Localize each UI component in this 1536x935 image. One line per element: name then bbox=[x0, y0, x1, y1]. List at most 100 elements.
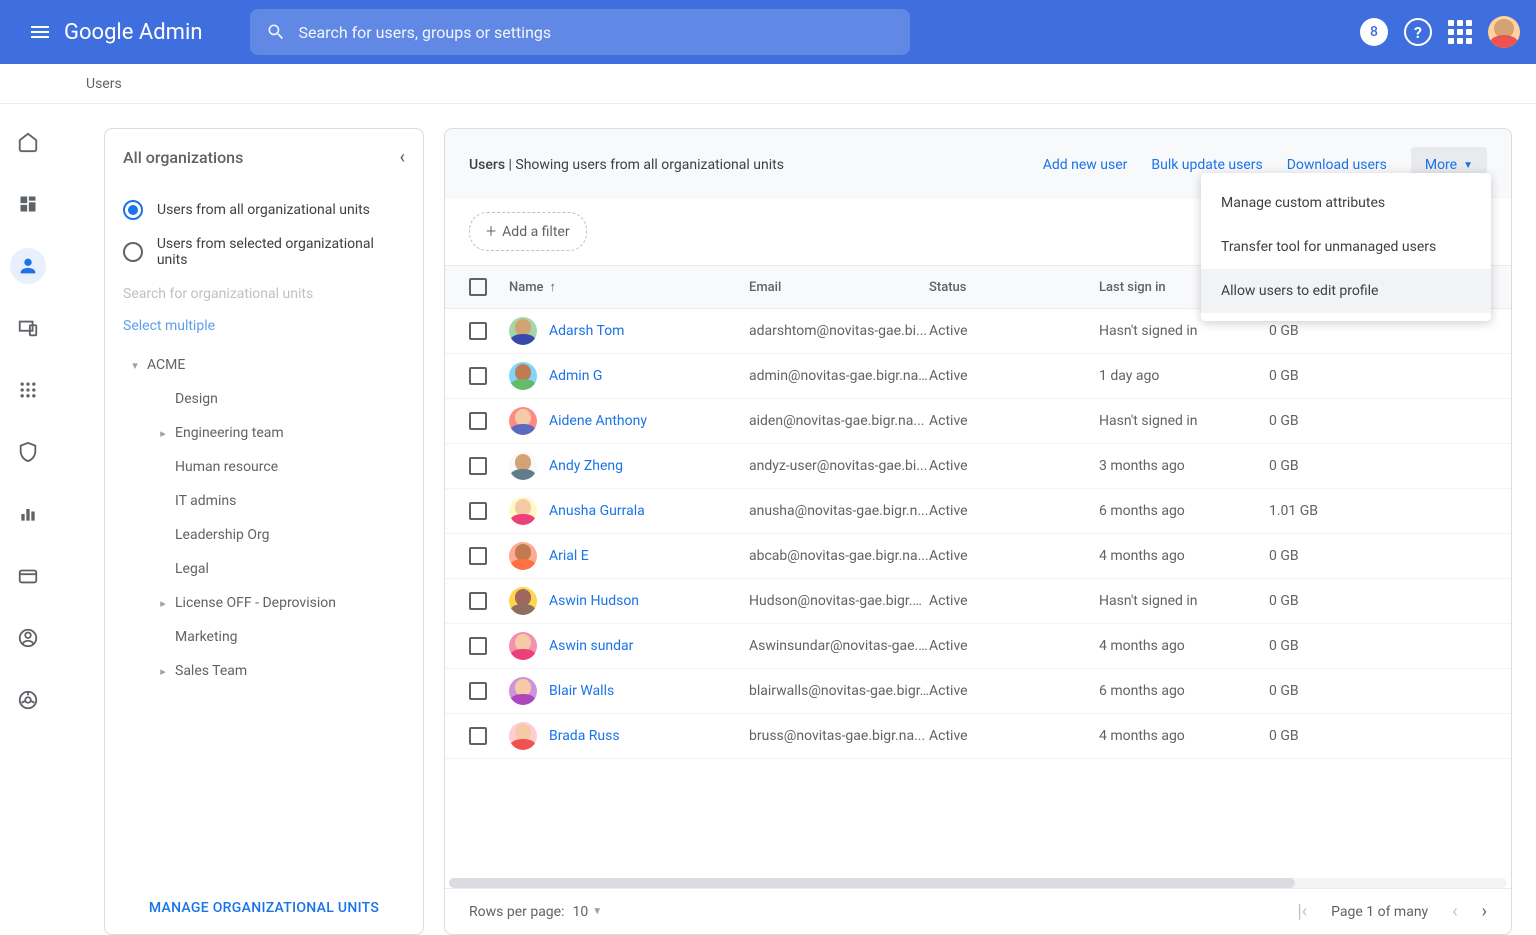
download-users-link[interactable]: Download users bbox=[1287, 157, 1387, 173]
user-email-usage: 0 GB bbox=[1269, 413, 1389, 429]
add-new-user-link[interactable]: Add new user bbox=[1043, 157, 1128, 173]
prev-page-icon[interactable]: ‹ bbox=[1452, 901, 1457, 922]
user-email: adarshtom@novitas-gae.bi... bbox=[749, 323, 929, 339]
search-input[interactable] bbox=[298, 23, 894, 42]
column-email[interactable]: Email bbox=[749, 280, 929, 295]
user-email-usage: 0 GB bbox=[1269, 548, 1389, 564]
header-actions: 8 ? bbox=[1360, 16, 1520, 48]
nav-devices-icon[interactable] bbox=[10, 310, 46, 346]
table-row[interactable]: Anusha Gurrala anusha@novitas-gae.bigr.n… bbox=[445, 489, 1511, 534]
chevron-right-icon: ▸ bbox=[151, 427, 175, 440]
user-name-link[interactable]: Aswin sundar bbox=[549, 638, 633, 654]
column-status[interactable]: Status bbox=[929, 280, 1099, 295]
row-checkbox[interactable] bbox=[469, 457, 487, 475]
nav-rules-icon[interactable] bbox=[10, 682, 46, 718]
table-row[interactable]: Admin G admin@novitas-gae.bigr.na... Act… bbox=[445, 354, 1511, 399]
tree-item[interactable]: Leadership Org bbox=[123, 518, 405, 552]
user-name-link[interactable]: Anusha Gurrala bbox=[549, 503, 645, 519]
logo-google: Google bbox=[64, 20, 133, 45]
row-checkbox[interactable] bbox=[469, 682, 487, 700]
row-checkbox[interactable] bbox=[469, 502, 487, 520]
tree-item[interactable]: Human resource bbox=[123, 450, 405, 484]
select-multiple-link[interactable]: Select multiple bbox=[123, 312, 215, 348]
row-checkbox[interactable] bbox=[469, 637, 487, 655]
user-name-link[interactable]: Aidene Anthony bbox=[549, 413, 647, 429]
apps-launcher-icon[interactable] bbox=[1448, 20, 1472, 44]
nav-apps-icon[interactable] bbox=[10, 372, 46, 408]
hamburger-menu-icon[interactable] bbox=[16, 8, 64, 56]
user-email: aiden@novitas-gae.bigr.na... bbox=[749, 413, 929, 429]
user-name-link[interactable]: Adarsh Tom bbox=[549, 323, 624, 339]
table-row[interactable]: Brada Russ bruss@novitas-gae.bigr.na... … bbox=[445, 714, 1511, 759]
row-checkbox[interactable] bbox=[469, 727, 487, 745]
user-status: Active bbox=[929, 728, 1099, 744]
user-status: Active bbox=[929, 638, 1099, 654]
user-status: Active bbox=[929, 368, 1099, 384]
radio-selected-units[interactable]: Users from selected organizational units bbox=[123, 228, 405, 276]
app-logo[interactable]: Google Admin bbox=[64, 20, 202, 45]
column-name[interactable]: Name ↑ bbox=[509, 279, 749, 295]
notification-badge[interactable]: 8 bbox=[1360, 18, 1388, 46]
next-page-icon[interactable]: › bbox=[1482, 901, 1487, 922]
tree-item-label: Legal bbox=[175, 561, 405, 577]
scrollbar-thumb[interactable] bbox=[449, 878, 1295, 888]
nav-home-icon[interactable] bbox=[10, 124, 46, 160]
breadcrumb-item[interactable]: Users bbox=[86, 76, 122, 92]
table-row[interactable]: Aswin Hudson Hudson@novitas-gae.bigr.n..… bbox=[445, 579, 1511, 624]
table-row[interactable]: Aswin sundar Aswinsundar@novitas-gae....… bbox=[445, 624, 1511, 669]
nav-billing-icon[interactable] bbox=[10, 558, 46, 594]
row-checkbox[interactable] bbox=[469, 367, 487, 385]
dropdown-manage-attributes[interactable]: Manage custom attributes bbox=[1201, 181, 1491, 225]
radio-all-units[interactable]: Users from all organizational units bbox=[123, 192, 405, 228]
table-row[interactable]: Andy Zheng andyz-user@novitas-gae.bi... … bbox=[445, 444, 1511, 489]
org-tree: ▾ ACME Design ▸Engineering teamHuman reso… bbox=[123, 348, 405, 688]
dropdown-transfer-tool[interactable]: Transfer tool for unmanaged users bbox=[1201, 225, 1491, 269]
tree-item[interactable]: ▸Engineering team bbox=[123, 416, 405, 450]
manage-org-units-button[interactable]: MANAGE ORGANIZATIONAL UNITS bbox=[149, 900, 379, 916]
user-name-link[interactable]: Andy Zheng bbox=[549, 458, 623, 474]
org-search-input[interactable] bbox=[123, 276, 405, 312]
table-row[interactable]: Aidene Anthony aiden@novitas-gae.bigr.na… bbox=[445, 399, 1511, 444]
bulk-update-link[interactable]: Bulk update users bbox=[1151, 157, 1262, 173]
nav-security-icon[interactable] bbox=[10, 434, 46, 470]
user-last-signin: 6 months ago bbox=[1099, 503, 1269, 519]
rows-per-page-select[interactable]: 10 ▼ bbox=[572, 904, 602, 920]
nav-reports-icon[interactable] bbox=[10, 496, 46, 532]
first-page-icon[interactable]: |‹ bbox=[1297, 901, 1307, 922]
row-checkbox[interactable] bbox=[469, 547, 487, 565]
horizontal-scrollbar[interactable] bbox=[449, 878, 1507, 888]
nav-rail bbox=[0, 104, 56, 935]
user-name-link[interactable]: Blair Walls bbox=[549, 683, 614, 699]
help-icon[interactable]: ? bbox=[1404, 18, 1432, 46]
nav-account-icon[interactable] bbox=[10, 620, 46, 656]
nav-dashboard-icon[interactable] bbox=[10, 186, 46, 222]
tree-item[interactable]: ▸License OFF - Deprovision bbox=[123, 586, 405, 620]
nav-users-icon[interactable] bbox=[10, 248, 46, 284]
user-name-link[interactable]: Aswin Hudson bbox=[549, 593, 639, 609]
user-name-link[interactable]: Brada Russ bbox=[549, 728, 620, 744]
tree-item[interactable]: Legal bbox=[123, 552, 405, 586]
search-box[interactable] bbox=[250, 9, 910, 55]
dropdown-allow-edit-profile[interactable]: Allow users to edit profile bbox=[1201, 269, 1491, 313]
table-row[interactable]: Arial E abcab@novitas-gae.bigr.na... Act… bbox=[445, 534, 1511, 579]
user-avatar bbox=[509, 722, 537, 750]
row-checkbox[interactable] bbox=[469, 592, 487, 610]
account-avatar[interactable] bbox=[1488, 16, 1520, 48]
collapse-icon[interactable]: ‹ bbox=[399, 147, 405, 168]
user-name-link[interactable]: Admin G bbox=[549, 368, 602, 384]
select-all-checkbox[interactable] bbox=[469, 278, 487, 296]
tree-item[interactable]: ▸Sales Team bbox=[123, 654, 405, 688]
user-name-link[interactable]: Arial E bbox=[549, 548, 589, 564]
table-row[interactable]: Blair Walls blairwalls@novitas-gae.bigr.… bbox=[445, 669, 1511, 714]
user-email-usage: 1.01 GB bbox=[1269, 503, 1389, 519]
tree-root[interactable]: ▾ ACME bbox=[123, 348, 405, 382]
tree-item-label: Design bbox=[175, 391, 405, 407]
tree-item[interactable]: Marketing bbox=[123, 620, 405, 654]
add-filter-chip[interactable]: + Add a filter bbox=[469, 212, 587, 251]
user-last-signin: 4 months ago bbox=[1099, 638, 1269, 654]
row-checkbox[interactable] bbox=[469, 412, 487, 430]
row-checkbox[interactable] bbox=[469, 322, 487, 340]
tree-item[interactable]: Design bbox=[123, 382, 405, 416]
more-dropdown: Manage custom attributes Transfer tool f… bbox=[1201, 173, 1491, 321]
tree-item[interactable]: IT admins bbox=[123, 484, 405, 518]
